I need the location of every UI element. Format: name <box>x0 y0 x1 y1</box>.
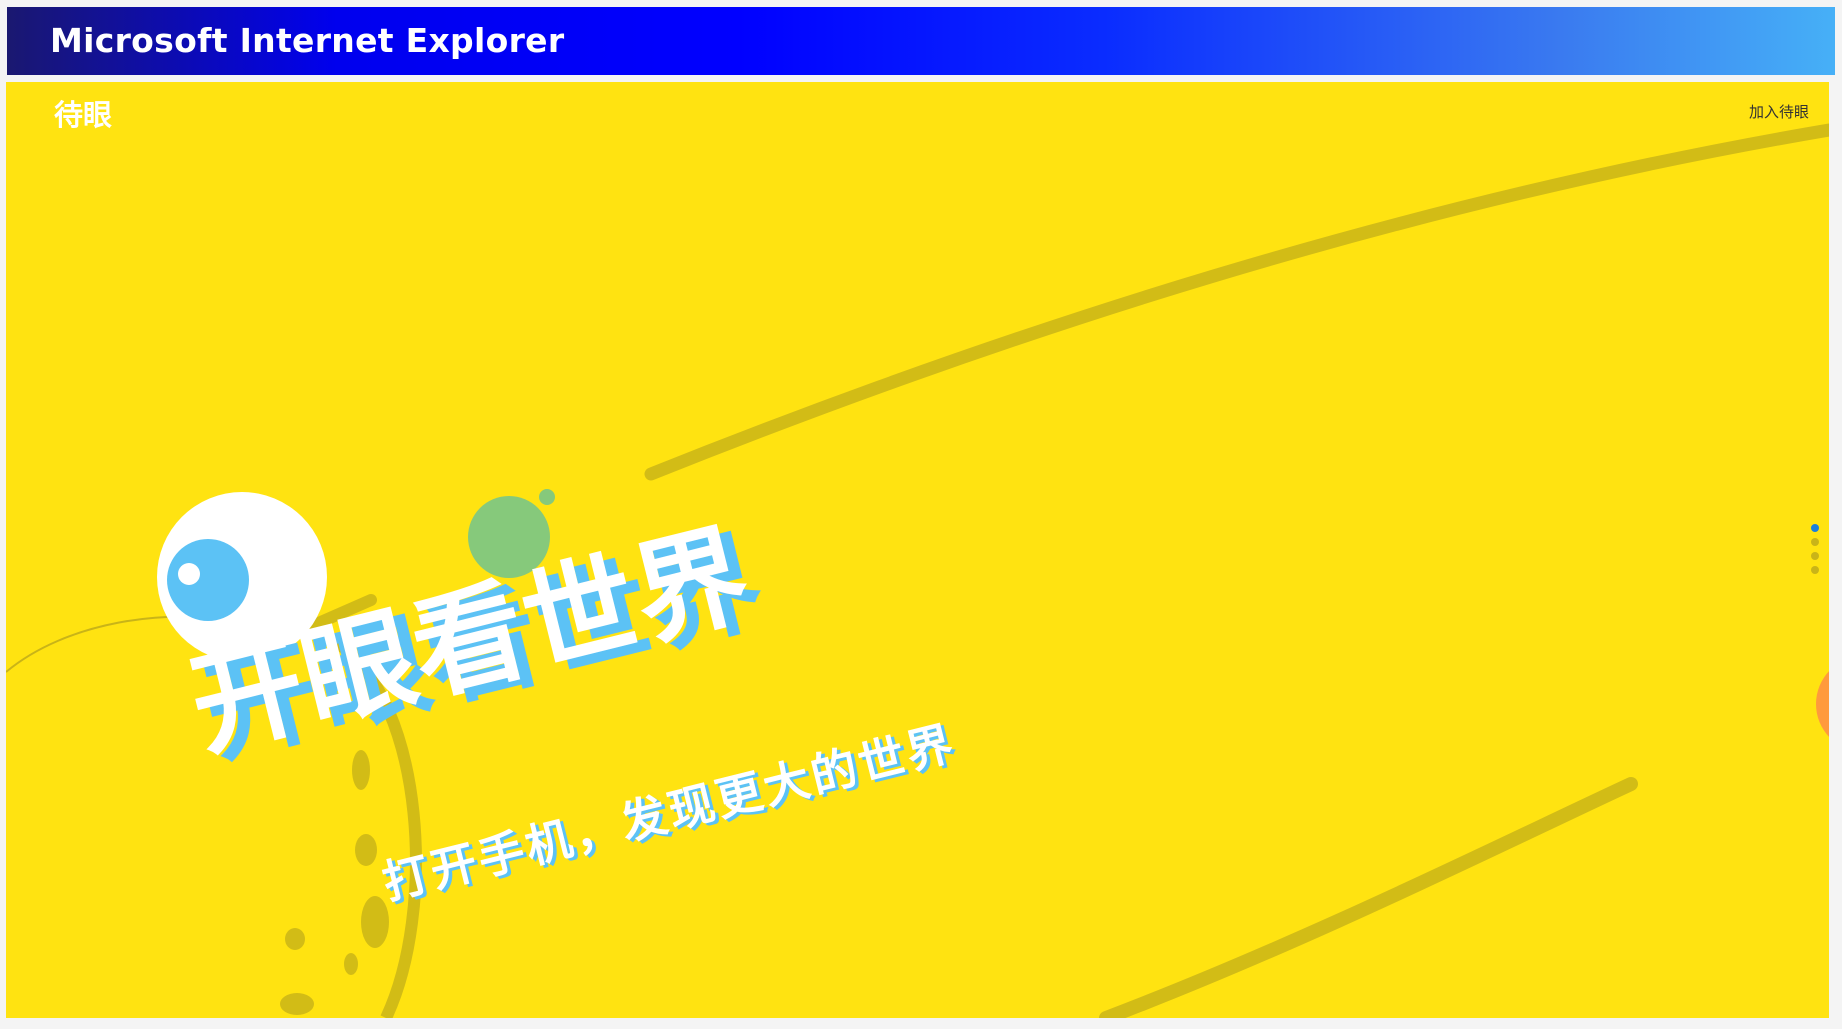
window-title: Microsoft Internet Explorer <box>50 21 565 60</box>
slide-pager <box>1811 524 1819 580</box>
pager-dot-1[interactable] <box>1811 524 1819 532</box>
pager-dot-3[interactable] <box>1811 552 1819 560</box>
hero-background-art <box>6 123 1829 1018</box>
join-link[interactable]: 加入待眼 <box>1749 101 1809 122</box>
pager-dot-4[interactable] <box>1811 566 1819 574</box>
page-viewport: 待眼 加入待眼 开眼看世界 打开手机，发现更大的世界 <box>6 82 1829 1018</box>
window-title-bar: Microsoft Internet Explorer <box>7 7 1835 75</box>
site-logo[interactable]: 待眼 <box>54 92 112 134</box>
pager-dot-2[interactable] <box>1811 538 1819 546</box>
window-bottom-edge <box>0 1018 1842 1029</box>
